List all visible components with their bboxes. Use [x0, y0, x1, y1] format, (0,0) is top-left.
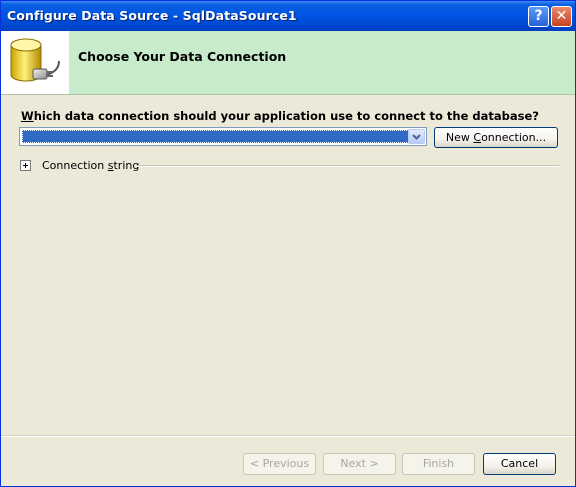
accesskey-w: W: [21, 109, 34, 123]
previous-label: < Previous: [249, 457, 310, 470]
footer-divider: [1, 435, 575, 437]
new-connection-label-rest: onnection...: [481, 131, 547, 144]
selected-value: [22, 130, 409, 143]
finish-label: Finish: [422, 457, 455, 470]
next-label: Next >: [340, 457, 379, 470]
new-connection-button[interactable]: New Connection...: [434, 127, 558, 148]
dropdown-button[interactable]: [408, 129, 425, 144]
previous-button[interactable]: < Previous: [243, 453, 316, 475]
close-icon: ✕: [555, 8, 568, 24]
dialog-window: Configure Data Source - SqlDataSource1 ?…: [0, 0, 576, 487]
page-title: Choose Your Data Connection: [78, 49, 287, 64]
connection-question-label: Which data connection should your applic…: [21, 109, 539, 123]
section-divider: [136, 165, 559, 167]
cancel-button[interactable]: Cancel: [483, 453, 556, 475]
connection-string-label[interactable]: Connection string: [42, 159, 139, 172]
help-icon: ?: [534, 8, 543, 24]
wizard-header: Choose Your Data Connection: [1, 31, 575, 95]
close-button[interactable]: ✕: [551, 6, 572, 27]
connection-string-text: Connection: [42, 159, 108, 172]
database-connection-icon: [10, 38, 60, 82]
accesskey-c: C: [473, 131, 482, 144]
header-icon-box: [1, 31, 69, 94]
finish-button[interactable]: Finish: [402, 453, 475, 475]
help-button[interactable]: ?: [528, 6, 549, 27]
connection-select[interactable]: [19, 127, 427, 146]
question-text: hich data connection should your applica…: [33, 109, 539, 123]
expand-plus-icon[interactable]: [20, 160, 31, 171]
cancel-label: Cancel: [500, 457, 539, 470]
title-bar[interactable]: Configure Data Source - SqlDataSource1 ?…: [1, 1, 575, 31]
chevron-down-icon: [412, 134, 421, 140]
new-connection-label: New: [445, 131, 474, 144]
next-button[interactable]: Next >: [323, 453, 396, 475]
window-title: Configure Data Source - SqlDataSource1: [7, 8, 297, 23]
